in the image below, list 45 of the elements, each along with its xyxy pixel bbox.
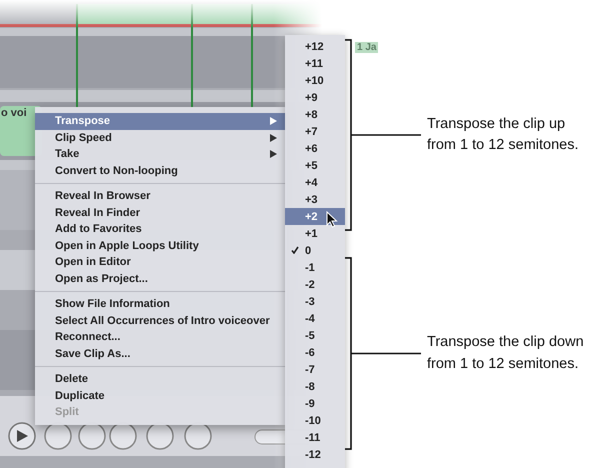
submenu-item[interactable]: -4 — [285, 310, 345, 327]
menu-item[interactable]: Delete — [35, 371, 287, 388]
menu-item[interactable]: Clip Speed — [35, 130, 287, 146]
menu-item[interactable]: Open as Project... — [35, 270, 287, 287]
submenu-item[interactable]: +2 — [285, 208, 345, 225]
submenu-item[interactable]: -11 — [285, 429, 345, 446]
callout-text: Transpose the clip down from 1 to 12 semitones. — [427, 333, 585, 374]
submenu-item[interactable]: +10 — [285, 72, 345, 89]
submenu-item[interactable]: +6 — [285, 140, 345, 157]
menu-item[interactable]: Transpose — [35, 113, 287, 130]
submenu-item[interactable]: -2 — [285, 276, 345, 293]
submenu-item[interactable]: -8 — [285, 378, 345, 395]
submenu-item[interactable]: +11 — [285, 55, 345, 72]
submenu-item[interactable]: -9 — [285, 395, 345, 412]
submenu-item[interactable]: -10 — [285, 412, 345, 429]
submenu-item[interactable]: +7 — [285, 123, 345, 140]
menu-item[interactable]: Reveal In Finder — [35, 204, 287, 221]
menu-item[interactable]: Take — [35, 146, 287, 162]
menu-item[interactable]: Open in Editor — [35, 254, 287, 270]
submenu-item[interactable]: -6 — [285, 344, 345, 361]
menu-item[interactable]: Reconnect... — [35, 329, 287, 346]
submenu-item[interactable]: +9 — [285, 89, 345, 106]
submenu-item[interactable]: +8 — [285, 106, 345, 123]
submenu-item[interactable]: +1 — [285, 225, 345, 242]
submenu-item[interactable]: +12 — [285, 38, 345, 55]
submenu-item[interactable]: -1 — [285, 259, 345, 276]
menu-item[interactable]: Duplicate — [35, 388, 287, 404]
menu-item[interactable]: Convert to Non-looping — [35, 162, 287, 179]
submenu-item[interactable]: -7 — [285, 361, 345, 378]
menu-item[interactable]: Add to Favorites — [35, 221, 287, 238]
submenu-item[interactable]: 0 — [285, 242, 345, 259]
callout-text: Transpose the clip up from 1 to 12 semitones. — [427, 114, 580, 155]
menu-item[interactable]: Save Clip As... — [35, 346, 287, 362]
menu-item[interactable]: Reveal In Browser — [35, 188, 287, 204]
menu-item[interactable]: Open in Apple Loops Utility — [35, 238, 287, 254]
submenu-item[interactable]: -5 — [285, 327, 345, 344]
submenu-item[interactable]: -12 — [285, 446, 345, 463]
submenu-item[interactable]: -3 — [285, 293, 345, 310]
menu-item[interactable]: Select All Occurrences of Intro voiceover — [35, 312, 287, 329]
submenu-item[interactable]: +3 — [285, 191, 345, 208]
submenu-item[interactable]: +5 — [285, 157, 345, 174]
menu-item[interactable]: Show File Information — [35, 296, 287, 312]
submenu-item[interactable]: +4 — [285, 174, 345, 191]
region-label: 1 Ja — [355, 42, 378, 53]
clip-label: o voi — [1, 107, 27, 119]
